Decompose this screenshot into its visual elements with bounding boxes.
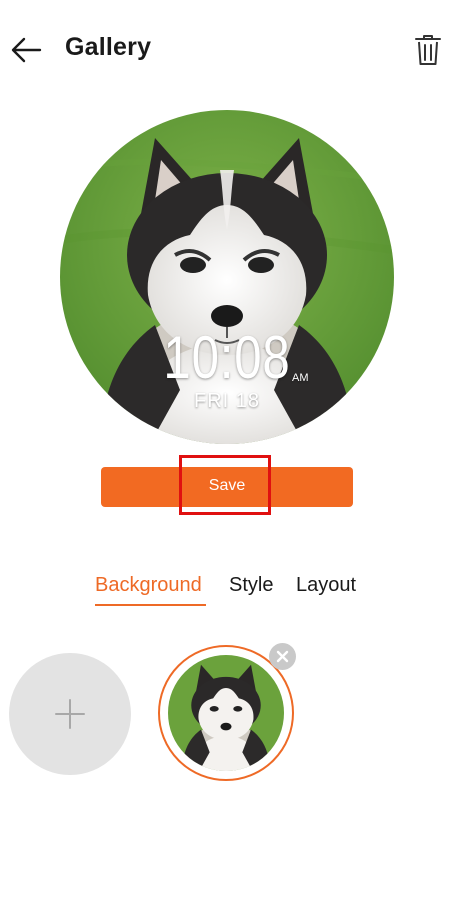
active-tab-indicator [95, 604, 206, 606]
watch-face-preview: 10:08 AM FRI 18 [60, 110, 394, 444]
page-title: Gallery [65, 33, 152, 61]
trash-icon [415, 35, 441, 65]
clock-date: FRI 18 [193, 390, 261, 412]
remove-background-button[interactable] [269, 643, 296, 670]
back-button[interactable] [6, 30, 46, 70]
add-background-button[interactable] [9, 653, 131, 775]
tab-background[interactable]: Background [95, 574, 202, 597]
close-icon [276, 650, 289, 663]
delete-button[interactable] [408, 30, 448, 70]
clock-time: 10:08 [163, 324, 291, 391]
plus-icon [55, 699, 85, 729]
tab-style[interactable]: Style [229, 574, 273, 597]
arrow-left-icon [11, 37, 42, 63]
husky-puppy-photo-small [168, 655, 284, 771]
save-highlight-box [179, 455, 271, 515]
husky-puppy-thumbnail [168, 655, 284, 771]
clock-ampm: AM [292, 372, 309, 384]
tab-layout[interactable]: Layout [296, 574, 356, 597]
gallery-screen: Gallery 10:08 AM FRI 18 Save Background … [0, 0, 475, 903]
